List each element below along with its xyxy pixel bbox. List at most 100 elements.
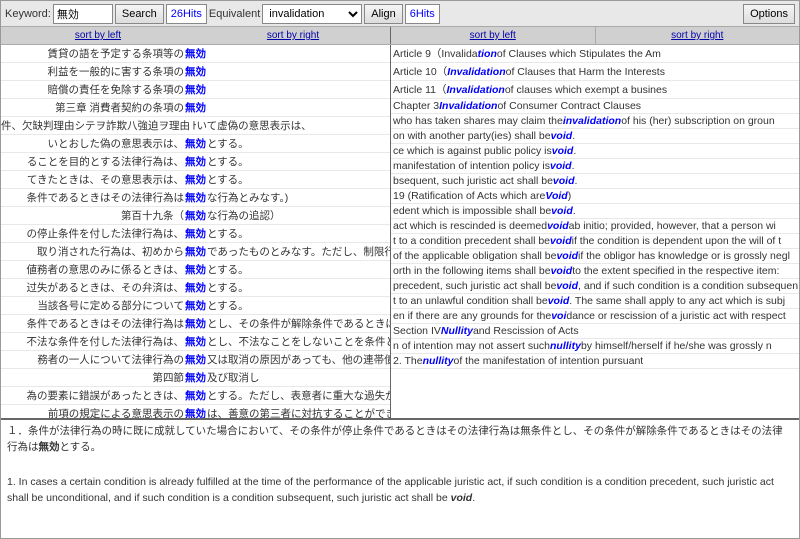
left-concordance-line[interactable]: いとおした偽の意思表示は、無効とする。 xyxy=(1,135,390,153)
keyword-highlight: 無効 xyxy=(185,226,206,241)
keyword-highlight: 無効 xyxy=(185,82,206,97)
left-sort-right[interactable]: sort by right xyxy=(196,30,390,41)
keyword-highlight: void xyxy=(551,130,573,142)
ja-translation: １．条件が法律行為の時に既に成就していた場合において、その条件が停止条件であると… xyxy=(7,424,793,456)
left-concordance-line[interactable]: 第三章 消費者契約の条項の無効 xyxy=(1,99,390,117)
left-concordance-line[interactable]: てきたときは、その意思表示は、無効とする。 xyxy=(1,171,390,189)
right-concordance-line[interactable]: manifestation of intention policy is voi… xyxy=(391,159,799,174)
left-sort-left[interactable]: sort by left xyxy=(1,30,195,41)
keyword-highlight: Void xyxy=(545,190,567,202)
keyword-highlight: 無効 xyxy=(185,370,206,385)
keyword-highlight: Invalidation xyxy=(439,100,497,112)
right-concordance-line[interactable]: who has taken shares may claim the inval… xyxy=(391,114,799,129)
right-concordance-line[interactable]: act which is rescinded is deemed void ab… xyxy=(391,219,799,234)
keyword-highlight: void xyxy=(550,235,572,247)
content-area: 賃貸の語を予定する条項等の無効利益を一般的に害する条項の無効賠償の責任を免除する… xyxy=(1,45,799,418)
left-concordance-line[interactable]: 為の要素に錯誤があったときは、無効とする。ただし、表意者に重大な過失があった xyxy=(1,387,390,405)
keyword-highlight: nullity xyxy=(550,340,581,352)
keyword-highlight: void xyxy=(552,145,574,157)
right-concordance-line[interactable]: 19 (Ratification of Acts which are Void) xyxy=(391,189,799,204)
right-sort-right[interactable]: sort by right xyxy=(596,27,800,44)
keyword-highlight: 無効 xyxy=(185,190,206,205)
right-concordance-line[interactable]: 2. The nullity of the manifestation of i… xyxy=(391,354,799,369)
keyword-highlight: void xyxy=(548,295,570,307)
left-concordance-line[interactable]: 条件であるときはその法律行為は無効とし、その条件が解除条件であるときはその xyxy=(1,315,390,333)
keyword-highlight: 無効 xyxy=(185,406,206,418)
keyword-highlight: 無効 xyxy=(185,388,206,403)
left-concordance-line[interactable]: 賃貸の語を予定する条項等の無効 xyxy=(1,45,390,63)
keyword-highlight: 無効 xyxy=(185,298,206,313)
left-concordance-line[interactable]: ることを目的とする法律行為は、無効とする。 xyxy=(1,153,390,171)
keyword-highlight: void xyxy=(556,250,578,262)
align-button[interactable]: Align xyxy=(364,4,402,24)
keyword-highlight: Invalidation xyxy=(447,66,505,78)
right-concordance-line[interactable]: precedent, such juristic act shall be vo… xyxy=(391,279,799,294)
left-concordance-line[interactable]: 第四節 無効及び取消し xyxy=(1,369,390,387)
hits-right-count: 6Hits xyxy=(405,4,440,24)
left-pane[interactable]: 賃貸の語を予定する条項等の無効利益を一般的に害する条項の無効賠償の責任を免除する… xyxy=(1,45,391,418)
keyword-highlight: 無効 xyxy=(185,46,206,61)
keyword-highlight: 無効 xyxy=(185,352,206,367)
keyword-highlight: 無効 xyxy=(185,208,206,223)
left-concordance-line[interactable]: 过失があるときは、その弁済は、無効とする。 xyxy=(1,279,390,297)
keyword-label: Keyword: xyxy=(5,8,51,20)
right-concordance-line[interactable]: on with another party(ies) shall be void… xyxy=(391,129,799,144)
right-concordance-line[interactable]: Chapter 3 Invalidation of Consumer Contr… xyxy=(391,99,799,114)
right-sort-left[interactable]: sort by left xyxy=(391,27,595,44)
en-translation: 1. In cases a certain condition is alrea… xyxy=(7,475,793,507)
right-concordance-line[interactable]: Section IV Nullity and Rescission of Act… xyxy=(391,324,799,339)
keyword-highlight: 無効 xyxy=(185,316,206,331)
keyword-highlight: 無効 xyxy=(185,154,206,169)
keyword-input[interactable] xyxy=(53,4,113,24)
keyword-highlight: invalidation xyxy=(563,115,621,127)
keyword-highlight: 無効 xyxy=(185,244,206,259)
keyword-highlight: 無効 xyxy=(185,280,206,295)
right-concordance-line[interactable]: n of intention may not assert such nulli… xyxy=(391,339,799,354)
left-concordance-line[interactable]: の停止条件を付した法律行為は、無効とする。 xyxy=(1,225,390,243)
right-concordance-line[interactable]: of the applicable obligation shall be vo… xyxy=(391,249,799,264)
right-concordance-line[interactable]: edent which is impossible shall be void. xyxy=(391,204,799,219)
right-concordance-line[interactable]: bsequent, such juristic act shall be voi… xyxy=(391,174,799,189)
hits-left-count: 26Hits xyxy=(166,4,207,24)
left-concordance-line[interactable]: 条件であるときはその法律行為は無効な行為とみなす。) xyxy=(1,189,390,207)
search-button[interactable]: Search xyxy=(115,4,164,24)
right-concordance-line[interactable]: t to an unlawful condition shall be void… xyxy=(391,294,799,309)
right-concordance-line[interactable]: orth in the following items shall be voi… xyxy=(391,264,799,279)
keyword-highlight: Invalidation xyxy=(447,84,505,96)
keyword-highlight: 無効 xyxy=(185,262,206,277)
equivalent-select[interactable]: invalidation void nullity xyxy=(262,4,362,24)
left-concordance-line[interactable]: 件、欠缺判理由シテヲ詐欺八強迫ヲ理由トシテトあいて虚偽の意思表示は、 xyxy=(1,117,390,135)
keyword-highlight: Nullity xyxy=(441,325,473,337)
keyword-highlight: voi xyxy=(551,310,566,322)
keyword-highlight: void xyxy=(556,280,578,292)
keyword-highlight: void xyxy=(547,220,569,232)
left-concordance-line[interactable]: 利益を一般的に害する条項の無効 xyxy=(1,63,390,81)
keyword-highlight: 無効 xyxy=(185,136,206,151)
keyword-highlight: void xyxy=(550,160,572,172)
options-button[interactable]: Options xyxy=(743,4,795,24)
keyword-highlight: void xyxy=(551,265,573,277)
left-concordance-line[interactable]: 前項の規定による意思表示の無効は、善意の第三者に対抗することができない。 xyxy=(1,405,390,418)
right-pane[interactable]: Article 9（Invalidation of Clauses which … xyxy=(391,45,799,418)
left-concordance-line[interactable]: 賠償の責任を免除する条項の無効 xyxy=(1,81,390,99)
left-concordance-line[interactable]: 取り消された行為は、初めから無効であったものとみなす。ただし、制限行為能力 xyxy=(1,243,390,261)
keyword-highlight: tion xyxy=(478,48,497,60)
keyword-highlight: 無効 xyxy=(185,334,206,349)
left-concordance-line[interactable]: 当該各号に定める部分について無効とする。 xyxy=(1,297,390,315)
keyword-highlight: 無効 xyxy=(185,172,206,187)
equivalent-label: Equivalent xyxy=(209,8,260,20)
right-concordance-line[interactable]: Article 9（Invalidation of Clauses which … xyxy=(391,45,799,63)
left-concordance-line[interactable]: 第百十九条（無効な行為の追認） xyxy=(1,207,390,225)
right-concordance-line[interactable]: en if there are any grounds for the void… xyxy=(391,309,799,324)
main-window: Keyword: Search 26Hits Equivalent invali… xyxy=(0,0,800,539)
keyword-highlight: nullity xyxy=(423,355,454,367)
keyword-highlight: 無効 xyxy=(185,100,206,115)
right-concordance-line[interactable]: Article 10（Invalidation of Clauses that … xyxy=(391,63,799,81)
left-concordance-line[interactable]: 不法な条件を付した法律行為は、無効とし、不法なことをしないことを条件とする xyxy=(1,333,390,351)
left-concordance-line[interactable]: 務者の一人について法律行為の無効又は取消の原因があっても、他の連帯債務 xyxy=(1,351,390,369)
keyword-highlight: void xyxy=(553,175,575,187)
left-concordance-line[interactable]: 値務者の意思のみに係るときは、無効とする。 xyxy=(1,261,390,279)
right-concordance-line[interactable]: t to a condition precedent shall be void… xyxy=(391,234,799,249)
right-concordance-line[interactable]: Article 11（Invalidation of clauses which… xyxy=(391,81,799,99)
right-concordance-line[interactable]: ce which is against public policy is voi… xyxy=(391,144,799,159)
